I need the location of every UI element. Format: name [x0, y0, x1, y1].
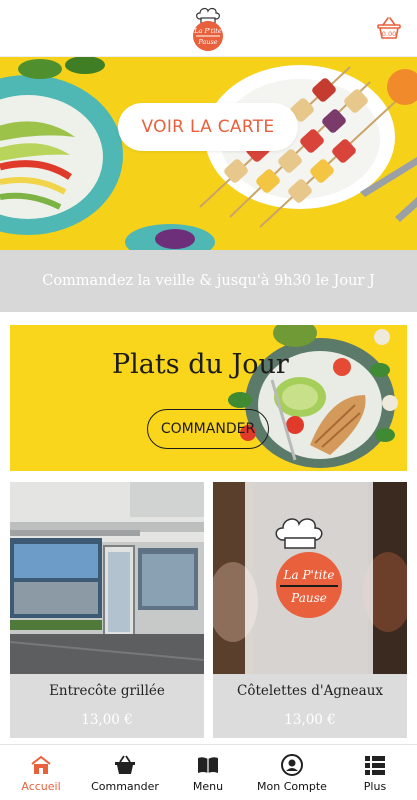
nav-item-commander[interactable]: Commander	[84, 745, 166, 800]
hero-food-image	[0, 57, 417, 250]
brand-logo[interactable]: La P'tite Pause	[190, 6, 226, 52]
logo-text-line1: La P'tite	[193, 27, 222, 35]
nav-item-menu[interactable]: Menu	[180, 745, 236, 800]
product-image	[10, 482, 204, 674]
nav-item-plus[interactable]: Plus	[352, 745, 398, 800]
home-icon	[31, 755, 51, 774]
user-icon	[281, 754, 303, 776]
order-deadline-text: Commandez la veille & jusqu'à 9h30 le Jo…	[42, 273, 375, 289]
product-image: La P'tite Pause	[213, 482, 407, 674]
product-card[interactable]: La P'tite Pause Côtelettes d'Agneaux 13,…	[213, 482, 407, 738]
daily-dishes-image	[10, 325, 407, 471]
bottom-navigation: Accueil Commander Menu Mon Compte Plus	[0, 744, 417, 800]
product-card[interactable]: Entrecôte grillée 13,00 €	[10, 482, 204, 738]
basket-icon	[115, 755, 135, 774]
nav-label: Mon Compte	[257, 780, 327, 793]
nav-label: Menu	[192, 780, 224, 793]
nav-label: Commander	[91, 780, 159, 793]
svg-text:0.00: 0.00	[382, 30, 396, 38]
nav-label: Accueil	[21, 780, 61, 793]
app-header: La P'tite Pause 0.00	[0, 0, 417, 57]
order-deadline-banner: Commandez la veille & jusqu'à 9h30 le Jo…	[0, 250, 417, 312]
view-menu-button[interactable]: VOIR LA CARTE	[118, 103, 298, 151]
book-icon	[198, 757, 218, 773]
hero-banner: VOIR LA CARTE	[0, 57, 417, 250]
logo-text-line2: Pause	[197, 38, 217, 46]
product-price: 13,00 €	[81, 712, 133, 728]
daily-dishes-banner[interactable]: Plats du Jour COMMANDER	[10, 325, 407, 471]
list-icon	[365, 756, 385, 775]
order-button[interactable]: COMMANDER	[147, 409, 269, 449]
basket-icon[interactable]: 0.00	[375, 14, 403, 42]
product-name: Côtelettes d'Agneaux	[236, 683, 384, 699]
nav-item-mon-compte[interactable]: Mon Compte	[248, 745, 336, 800]
product-price: 13,00 €	[284, 712, 336, 728]
nav-item-accueil[interactable]: Accueil	[8, 745, 74, 800]
product-name: Entrecôte grillée	[49, 683, 165, 699]
card-logo-text-line1: La P'tite	[283, 568, 335, 582]
card-logo-text-line2: Pause	[290, 591, 327, 605]
nav-label: Plus	[363, 780, 387, 793]
daily-dishes-title: Plats du Jour	[112, 349, 289, 380]
